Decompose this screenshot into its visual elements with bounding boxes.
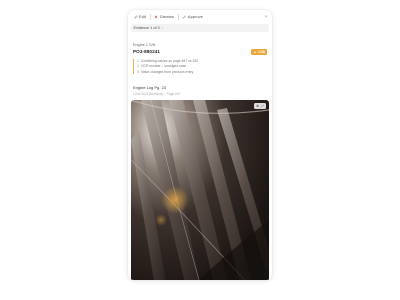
toolbar-divider — [177, 13, 179, 20]
engine-serial-section: Engine 1 S/N PO3-880241 ▲ LOW 1 Conflict… — [133, 43, 267, 74]
approve-button[interactable]: Approve — [180, 12, 205, 21]
list-item: 3 Value changed from previous entry — [137, 69, 194, 74]
field-label: Engine 1 S/N — [133, 43, 156, 47]
close-icon[interactable]: × — [263, 14, 269, 20]
issue-list: 1 Conflicting values on page 847 vs 332 … — [133, 58, 267, 74]
po-number: PO3-880241 — [133, 49, 161, 55]
dismiss-icon — [155, 15, 158, 18]
confidence-badge: ▲ LOW — [251, 49, 267, 55]
badge-label: LOW — [257, 49, 265, 54]
check-icon — [182, 15, 186, 19]
warning-icon: ▲ — [253, 49, 257, 54]
edit-button-label: Edit — [139, 14, 146, 19]
expand-icon[interactable]: ⤢ — [261, 103, 264, 109]
toolbar: Edit Dismiss Approve × — [128, 10, 272, 23]
document-title: Engine Log Pg. 23 — [133, 85, 166, 90]
zoom-icon[interactable]: ⊕ — [256, 103, 259, 109]
image-controls: ⊕ ⤢ — [254, 103, 266, 109]
toolbar-divider — [149, 13, 151, 20]
dismiss-button[interactable]: Dismiss — [152, 12, 177, 21]
chevron-right-icon[interactable]: › — [162, 26, 163, 30]
evidence-pager: Evidence 1 of 3 › — [131, 24, 269, 32]
edit-button[interactable]: Edit — [131, 12, 148, 21]
dismiss-button-label: Dismiss — [159, 14, 174, 19]
pencil-icon — [134, 14, 138, 18]
engine-fan-image — [131, 100, 269, 280]
evidence-photo[interactable]: ⊕ ⤢ — [131, 100, 269, 280]
list-item: 1 Conflicting values on page 847 vs 332 — [137, 58, 199, 63]
evidence-counter: Evidence 1 of 3 — [133, 26, 160, 30]
list-item: 2 OCR unclear – smudged scan — [137, 64, 187, 69]
approve-button-label: Approve — [187, 14, 203, 19]
evidence-panel: Edit Dismiss Approve × Evidence 1 of 3 ›… — [128, 10, 272, 280]
document-subtitle: 12/4/2024 (Nominal) – Page 847 — [133, 91, 181, 96]
source-document-section: Engine Log Pg. 23 12/4/2024 (Nominal) – … — [133, 85, 267, 96]
